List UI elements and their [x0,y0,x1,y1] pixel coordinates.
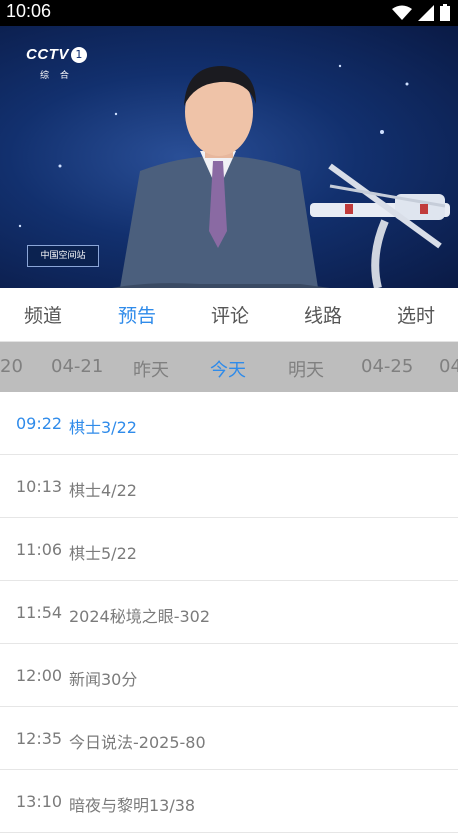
date-item-yesterday[interactable]: 昨天 [133,356,169,382]
tab-channels[interactable]: 频道 [24,301,62,328]
date-item[interactable]: 04 [439,356,458,377]
date-item[interactable]: 20 [0,356,23,377]
space-station [310,163,450,288]
date-item[interactable]: 04-21 [51,356,103,377]
program-row[interactable]: 10:13 棋士4/22 [0,455,458,518]
news-anchor [112,66,330,288]
program-title: 棋士4/22 [69,481,137,500]
channel-logo-text: CCTV [26,46,69,63]
wifi-icon [392,5,412,20]
channel-logo: CCTV 1 综 合 [26,44,87,82]
program-row[interactable]: 11:06 棋士5/22 [0,518,458,581]
tab-bar: 频道 预告 评论 线路 选时 [0,288,458,342]
program-time: 12:35 [16,729,63,748]
channel-number: 1 [70,46,87,63]
battery-icon [440,4,450,21]
video-caption-badge: 中国空间站 [27,245,99,267]
program-row[interactable]: 12:35 今日说法-2025-80 [0,707,458,770]
program-title: 2024秘境之眼-302 [69,607,211,626]
tab-time-select[interactable]: 选时 [397,301,435,328]
channel-subtitle: 综 合 [40,71,73,81]
tab-routes[interactable]: 线路 [304,301,342,328]
tab-schedule[interactable]: 预告 [118,301,156,328]
status-icons [392,4,450,21]
program-time: 10:13 [16,477,63,496]
program-row[interactable]: 12:00 新闻30分 [0,644,458,707]
status-bar: 10:06 [0,0,458,26]
program-time: 11:54 [16,603,63,622]
program-row[interactable]: 13:10 暗夜与黎明13/38 [0,770,458,833]
program-time: 13:10 [16,792,63,811]
signal-icon [418,4,434,21]
date-item-tomorrow[interactable]: 明天 [288,356,324,382]
program-title: 今日说法-2025-80 [69,733,206,752]
tab-comments[interactable]: 评论 [211,301,249,328]
date-item[interactable]: 04-25 [361,356,413,377]
program-title: 棋士5/22 [69,544,137,563]
program-time: 12:00 [16,666,63,685]
program-title: 暗夜与黎明13/38 [69,796,196,815]
program-row[interactable]: 11:54 2024秘境之眼-302 [0,581,458,644]
program-title: 棋士3/22 [69,418,137,437]
program-row-active[interactable]: 09:22 棋士3/22 [0,392,458,455]
date-selector[interactable]: 20 04-21 昨天 今天 明天 04-25 04 [0,342,458,392]
program-list: 09:22 棋士3/22 10:13 棋士4/22 11:06 棋士5/22 1… [0,392,458,833]
date-item-today[interactable]: 今天 [210,356,246,382]
program-time: 09:22 [16,414,63,433]
program-title: 新闻30分 [69,670,138,689]
video-player[interactable]: CCTV 1 综 合 中国空间站 [0,26,458,288]
status-time: 10:06 [6,1,52,21]
program-time: 11:06 [16,540,63,559]
